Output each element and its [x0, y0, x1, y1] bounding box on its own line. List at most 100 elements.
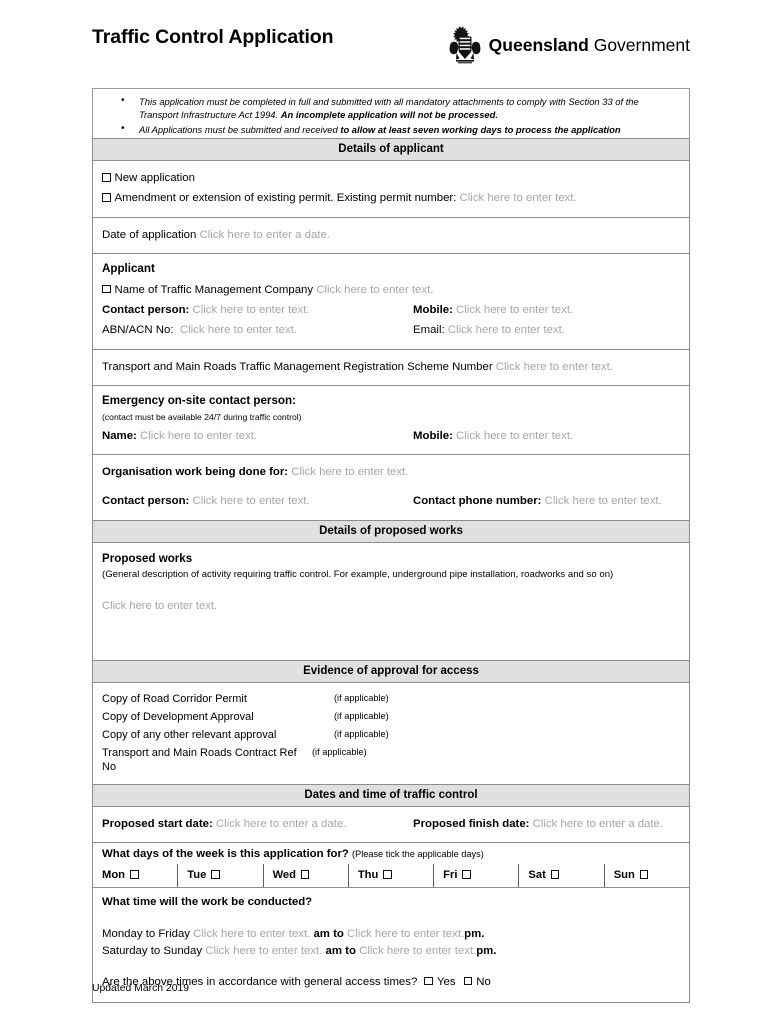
section-header-evidence-of-approval: Evidence of approval for access	[93, 659, 689, 682]
date-of-application-row: Date of application Click here to enter …	[93, 216, 689, 253]
organisation-input[interactable]: Click here to enter text.	[291, 466, 408, 478]
checkbox-traffic-management-company[interactable]	[102, 284, 111, 294]
existing-permit-number-input[interactable]: Click here to enter text.	[460, 192, 577, 204]
access-times-no-label: No	[476, 975, 491, 988]
evidence-item-name: Copy of Development Approval	[102, 710, 254, 723]
proposed-finish-date-input[interactable]: Click here to enter a date.	[533, 818, 663, 830]
emergency-name-field: Name: Click here to enter text.	[102, 429, 413, 443]
contact-person-input[interactable]: Click here to enter text.	[193, 304, 310, 316]
checkbox-fri[interactable]	[462, 870, 471, 879]
day-cell-mon[interactable]: Mon	[93, 864, 177, 887]
notice-bullet-1: This application must be completed in fu…	[121, 94, 679, 122]
weekday-pm-label: pm.	[464, 928, 485, 941]
proposed-works-title: Proposed works	[102, 551, 193, 565]
proposed-finish-date-label: Proposed finish date:	[413, 818, 530, 831]
organisation-contact-person-label: Contact person:	[102, 495, 190, 508]
contact-mobile-line: Contact person: Click here to enter text…	[102, 300, 680, 320]
tmr-scheme-input[interactable]: Click here to enter text.	[496, 361, 613, 373]
checkbox-sat[interactable]	[550, 870, 560, 879]
day-cell-fri[interactable]: Fri	[433, 864, 518, 888]
weekend-am-to-label: am to	[325, 945, 356, 958]
checkbox-access-times-no[interactable]	[463, 976, 473, 986]
emergency-mobile-label: Mobile:	[413, 429, 453, 442]
evidence-item-note: (if applicable)	[334, 710, 389, 721]
organisation-contact-phone-field: Contact phone number: Click here to ente…	[413, 494, 680, 508]
weekday-start-time-input[interactable]: Click here to enter text.	[193, 928, 310, 940]
mobile-field: Mobile: Click here to enter text.	[413, 303, 680, 317]
mobile-input[interactable]: Click here to enter text.	[456, 304, 573, 316]
mobile-label: Mobile:	[413, 304, 453, 316]
traffic-management-company-line[interactable]: Name of Traffic Management Company Click…	[102, 280, 680, 300]
tmr-scheme-label: Transport and Main Roads Traffic Managem…	[102, 360, 493, 373]
email-input[interactable]: Click here to enter text.	[448, 324, 565, 336]
amendment-option[interactable]: Amendment or extension of existing permi…	[102, 188, 680, 208]
abn-acn-input[interactable]: Click here to enter text.	[180, 324, 297, 336]
abn-acn-field: ABN/ACN No: Click here to enter text.	[102, 323, 413, 337]
applicant-subheading: Applicant	[102, 261, 155, 275]
proposed-works-input[interactable]: Click here to enter text.	[102, 600, 680, 612]
organisation-row: Organisation work being done for: Click …	[93, 454, 689, 520]
day-label-thu: Thu	[357, 869, 379, 882]
checkbox-sun[interactable]	[639, 870, 649, 879]
day-cell-wed[interactable]: Wed	[262, 864, 348, 888]
proposed-works-row: Proposed works (General description of a…	[93, 541, 689, 660]
day-cell-sun[interactable]: Sun	[603, 864, 689, 888]
document-header: Traffic Control Application Queensland G…	[92, 22, 690, 68]
weekend-start-time-input[interactable]: Click here to enter text.	[205, 945, 322, 957]
wordmark-queensland: Queensland	[488, 35, 589, 56]
date-of-application-label: Date of application	[102, 228, 197, 241]
notice-bullet-1-emphasis: An incomplete application will not be pr…	[280, 109, 498, 121]
day-cell-thu[interactable]: Thu	[347, 864, 433, 888]
section-header-details-of-applicant: Details of applicant	[93, 138, 689, 160]
checkbox-thu[interactable]	[383, 870, 392, 879]
checkbox-new-application[interactable]	[102, 173, 111, 182]
checkbox-wed[interactable]	[300, 870, 310, 879]
proposed-start-date-input[interactable]: Click here to enter a date.	[216, 818, 346, 830]
notice-bullet-2-emphasis: to allow at least seven working days to …	[340, 123, 621, 135]
days-of-week-question: What days of the week is this applicatio…	[93, 843, 689, 864]
weekday-end-time-input[interactable]: Click here to enter text.	[347, 928, 464, 940]
evidence-item: Copy of Road Corridor Permit (if applica…	[102, 690, 680, 708]
day-cell-sat[interactable]: Sat	[518, 864, 603, 888]
proposed-dates-row: Proposed start date: Click here to enter…	[93, 806, 689, 842]
day-label-wed: Wed	[272, 869, 296, 882]
checkbox-mon[interactable]	[130, 870, 139, 879]
checkbox-amendment-extension[interactable]	[102, 193, 111, 202]
queensland-government-wordmark: Queensland Government	[489, 33, 690, 55]
days-of-week-row: What days of the week is this applicatio…	[93, 842, 689, 888]
day-label-sat: Sat	[528, 869, 546, 882]
emergency-name-input[interactable]: Click here to enter text.	[140, 430, 257, 442]
new-application-option[interactable]: New application	[102, 168, 680, 188]
abn-acn-label: ABN/ACN No:	[102, 324, 174, 337]
wordmark-government: Government	[588, 35, 690, 56]
checkbox-access-times-yes[interactable]	[424, 976, 433, 986]
email-field: Email: Click here to enter text.	[413, 323, 680, 337]
weekend-label: Saturday to Sunday	[102, 945, 203, 958]
queensland-government-logo: Queensland Government	[448, 22, 690, 66]
notice-bullet-list: This application must be completed in fu…	[101, 94, 679, 136]
day-label-mon: Mon	[102, 869, 125, 882]
organisation-contact-phone-input[interactable]: Click here to enter text.	[545, 495, 662, 507]
emergency-name-mobile-line: Name: Click here to enter text. Mobile: …	[102, 426, 680, 446]
weekday-label: Monday to Friday	[102, 928, 190, 941]
days-of-week-checkbox-grid: Mon Tue Wed Thu Fri Sat Sun	[93, 864, 689, 888]
contact-person-label: Contact person:	[102, 304, 190, 316]
emergency-mobile-input[interactable]: Click here to enter text.	[456, 430, 573, 442]
company-name-input[interactable]: Click here to enter text.	[316, 284, 433, 296]
organisation-contact-person-input[interactable]: Click here to enter text.	[193, 495, 310, 507]
proposed-finish-date-field: Proposed finish date: Click here to ente…	[413, 817, 680, 831]
organisation-contact-person-field: Contact person: Click here to enter text…	[102, 494, 413, 508]
application-type-row: New application Amendment or extension o…	[93, 160, 689, 217]
queensland-state-crest-icon	[449, 25, 481, 64]
organisation-spacer	[102, 482, 680, 491]
evidence-item-note: (if applicable)	[334, 692, 389, 703]
date-of-application-input[interactable]: Click here to enter a date.	[200, 229, 330, 241]
page-title: Traffic Control Application	[92, 26, 334, 48]
day-cell-tue[interactable]: Tue	[177, 864, 262, 888]
weekend-end-time-input[interactable]: Click here to enter text.	[359, 945, 476, 957]
work-time-question: What time will the work be conducted?	[102, 896, 313, 909]
notice-bullet-2-text: All Applications must be submitted and r…	[139, 123, 341, 135]
checkbox-tue[interactable]	[211, 870, 220, 879]
organisation-contact-line: Contact person: Click here to enter text…	[102, 491, 680, 511]
weekend-pm-label: pm.	[476, 945, 497, 958]
